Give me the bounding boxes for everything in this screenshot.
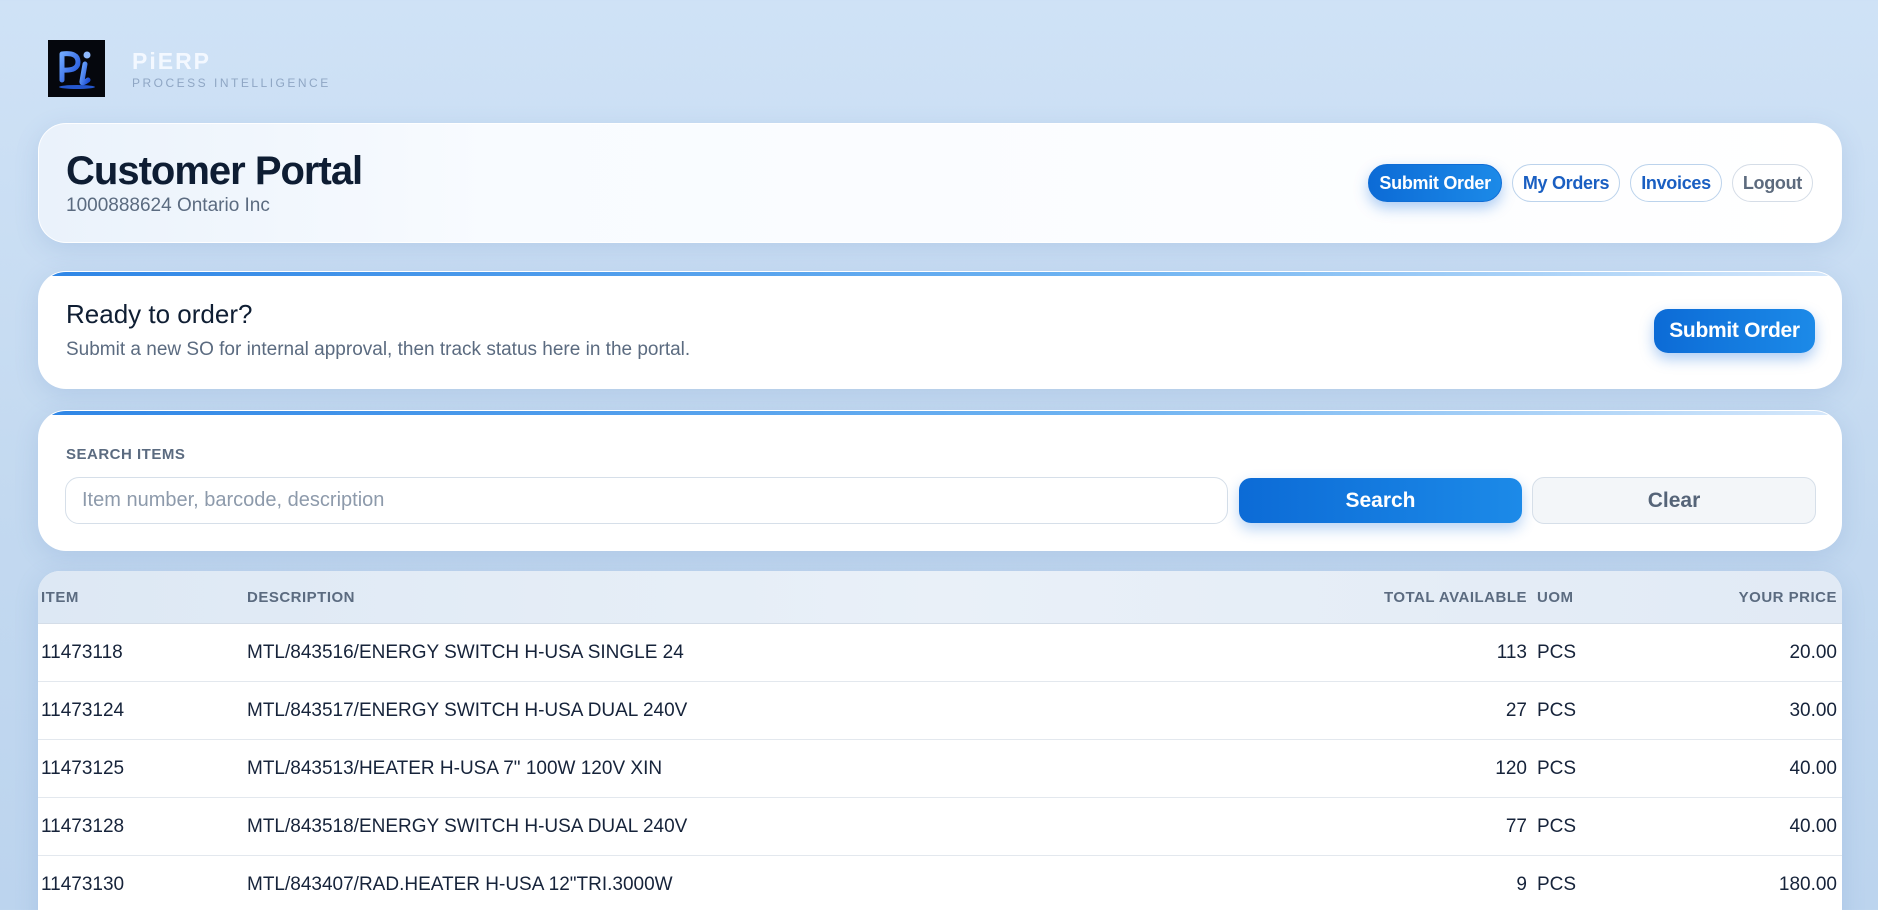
cell-description: MTL/843517/ENERGY SWITCH H-USA DUAL 240V [247,700,688,721]
cell-total-available: 9 [1516,874,1527,895]
cell-price: 30.00 [1789,700,1837,721]
cell-uom: PCS [1537,874,1577,895]
search-card: SEARCH ITEMS Search Clear [38,410,1842,551]
search-input[interactable] [65,477,1228,524]
cell-uom: PCS [1537,816,1577,837]
cell-price: 180.00 [1778,874,1837,895]
top-nav: Submit Order My Orders Invoices Logout [1368,164,1813,202]
brand: PiERP PROCESS INTELLIGENCE [48,40,331,97]
pi-logo-icon[interactable] [48,40,105,97]
ready-title: Ready to order? [66,299,253,329]
table-header: ITEM DESCRIPTION TOTAL AVAILABLE UOM YOU… [38,571,1842,624]
cell-description: MTL/843513/HEATER H-USA 7" 100W 120V XIN [247,758,663,779]
column-header-total-available[interactable]: TOTAL AVAILABLE [1384,571,1527,624]
cell-total-available: 113 [1496,642,1527,663]
column-header-item[interactable]: ITEM [41,571,79,624]
logout-button[interactable]: Logout [1731,164,1813,202]
cell-item: 11473124 [41,700,125,721]
submit-order-button[interactable]: Submit Order [1654,309,1815,353]
card-accent-line [39,411,1841,415]
items-table: ITEM DESCRIPTION TOTAL AVAILABLE UOM YOU… [38,571,1842,910]
brand-name: PiERP [132,47,212,74]
cell-item: 11473128 [41,816,125,837]
table-row[interactable]: 11473125 MTL/843513/HEATER H-USA 7" 100W… [38,740,1842,798]
nav-submit-order-button[interactable]: Submit Order [1368,164,1502,202]
cell-description: MTL/843518/ENERGY SWITCH H-USA DUAL 240V [247,816,688,837]
company-name: 1000888624 Ontario Inc [66,195,270,216]
nav-my-orders-button[interactable]: My Orders [1511,164,1621,202]
cell-uom: PCS [1537,758,1577,779]
cell-description: MTL/843407/RAD.HEATER H-USA 12"TRI.3000W [247,874,673,895]
cell-item: 11473125 [41,758,125,779]
cell-price: 40.00 [1789,758,1837,779]
cell-price: 40.00 [1789,816,1837,837]
clear-button[interactable]: Clear [1532,477,1816,524]
ready-description: Submit a new SO for internal approval, t… [66,339,691,360]
cell-item: 11473130 [41,874,125,895]
ready-to-order-card: Ready to order? Submit a new SO for inte… [38,271,1842,389]
cell-uom: PCS [1537,700,1577,721]
header-card: Customer Portal 1000888624 Ontario Inc S… [38,123,1842,243]
brand-tagline: PROCESS INTELLIGENCE [132,75,331,90]
column-header-uom[interactable]: UOM [1537,571,1574,624]
cell-item: 11473118 [41,642,123,663]
cell-total-available: 77 [1505,816,1527,837]
cell-description: MTL/843516/ENERGY SWITCH H-USA SINGLE 24 [247,642,684,663]
search-label: SEARCH ITEMS [66,446,186,463]
page-title: Customer Portal [66,149,363,193]
cell-total-available: 120 [1495,758,1527,779]
column-header-description[interactable]: DESCRIPTION [247,571,355,624]
column-header-your-price[interactable]: YOUR PRICE [1739,571,1837,624]
search-button[interactable]: Search [1239,478,1522,523]
table-row[interactable]: 11473124 MTL/843517/ENERGY SWITCH H-USA … [38,682,1842,740]
table-row[interactable]: 11473128 MTL/843518/ENERGY SWITCH H-USA … [38,798,1842,856]
nav-invoices-button[interactable]: Invoices [1630,164,1722,202]
cell-total-available: 27 [1505,700,1527,721]
card-accent-line [39,272,1841,276]
table-row[interactable]: 11473118 MTL/843516/ENERGY SWITCH H-USA … [38,624,1842,682]
cell-price: 20.00 [1789,642,1837,663]
table-row[interactable]: 11473130 MTL/843407/RAD.HEATER H-USA 12"… [38,856,1842,910]
cell-uom: PCS [1537,642,1577,663]
